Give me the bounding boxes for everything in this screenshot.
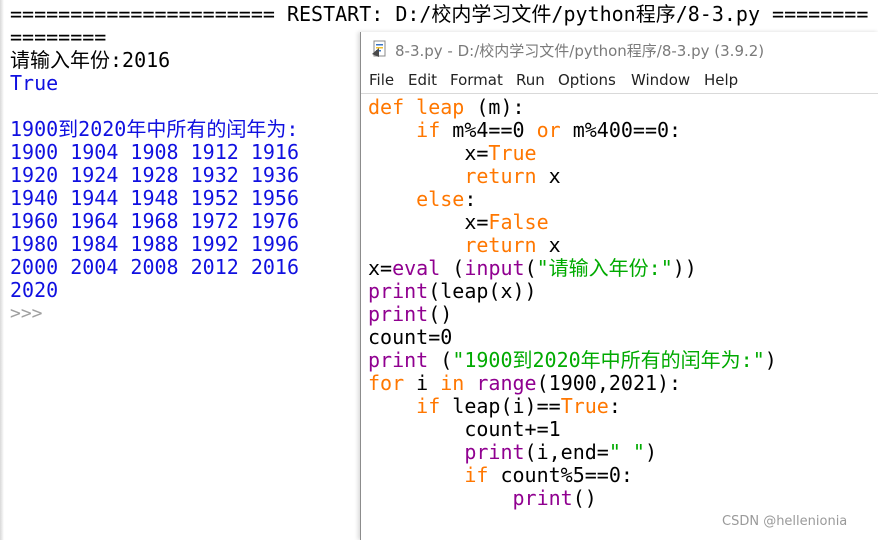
menu-options[interactable]: Options: [558, 71, 616, 89]
code-string: "请输入年份:": [536, 256, 673, 280]
code-keyword: if: [416, 118, 441, 142]
code-keyword: for: [368, 371, 405, 395]
code-line[interactable]: x=True: [368, 142, 777, 165]
code-text: m%4==0: [440, 118, 537, 142]
code-line[interactable]: x=False: [368, 211, 777, 234]
code-builtin: print: [368, 348, 429, 372]
code-keyword: return: [464, 233, 537, 257]
code-line[interactable]: print(i,end=" "): [368, 441, 777, 464]
code-builtin: print: [368, 279, 429, 303]
code-keyword: in: [440, 371, 465, 395]
code-line[interactable]: print(): [368, 303, 777, 326]
code-keyword: or: [536, 118, 561, 142]
editor-titlebar[interactable]: 8-3.py - D:/校内学习文件/python程序/8-3.py (3.9.…: [361, 32, 878, 66]
editor-window[interactable]: 8-3.py - D:/校内学习文件/python程序/8-3.py (3.9.…: [360, 32, 878, 540]
code-text: x=: [368, 256, 393, 280]
code-text: (: [440, 256, 465, 280]
code-line[interactable]: print(leap(x)): [368, 280, 777, 303]
code-builtin: eval: [392, 256, 441, 280]
code-line[interactable]: print ("1900到2020年中所有的闰年为:"): [368, 349, 777, 372]
code-line[interactable]: return x: [368, 234, 777, 257]
code-text: i: [404, 371, 441, 395]
code-string: "1900到2020年中所有的闰年为:": [452, 348, 765, 372]
code-keyword: if: [464, 463, 489, 487]
code-line[interactable]: print(): [368, 487, 777, 510]
code-line[interactable]: if leap(i)==True:: [368, 395, 777, 418]
menu-edit[interactable]: Edit: [408, 71, 437, 89]
code-keyword: def: [368, 95, 405, 119]
code-text: ): [764, 348, 777, 372]
code-text: )): [672, 256, 697, 280]
code-text: x: [536, 164, 561, 188]
menu-format[interactable]: Format: [450, 71, 503, 89]
code-builtin: print: [464, 440, 525, 464]
code-line[interactable]: def leap (m):: [368, 96, 777, 119]
code-keyword: return: [464, 164, 537, 188]
editor-title: 8-3.py - D:/校内学习文件/python程序/8-3.py (3.9.…: [395, 42, 765, 60]
code-builtin: input: [464, 256, 525, 280]
code-text: (1900,2021):: [536, 371, 682, 395]
code-editor[interactable]: def leap (m): if m%4==0 or m%400==0: x=T…: [368, 96, 777, 510]
code-text: (: [524, 256, 537, 280]
menu-file[interactable]: File: [369, 71, 394, 89]
code-line[interactable]: else:: [368, 188, 777, 211]
code-text: ): [644, 440, 658, 464]
code-text: (: [428, 348, 453, 372]
code-text: x=: [368, 141, 489, 165]
code-keyword: if: [416, 394, 441, 418]
menu-run[interactable]: Run: [516, 71, 545, 89]
code-keyword: False: [488, 210, 549, 234]
code-builtin: print: [368, 302, 429, 326]
code-keyword: else: [416, 187, 465, 211]
code-text: count+=1: [368, 417, 561, 441]
code-text: (leap(x)): [428, 279, 537, 303]
code-text: count%5==0:: [488, 463, 633, 487]
code-builtin: range: [476, 371, 537, 395]
code-text: (i,end=: [524, 440, 609, 464]
code-line[interactable]: return x: [368, 165, 777, 188]
code-line[interactable]: count+=1: [368, 418, 777, 441]
code-line[interactable]: count=0: [368, 326, 777, 349]
code-text: (m):: [464, 95, 525, 119]
code-keyword: leap: [416, 95, 465, 119]
code-string: " ": [608, 440, 645, 464]
code-text: (): [428, 302, 453, 326]
shell-line: ====================== RESTART: D:/校内学习文…: [10, 2, 869, 26]
watermark: CSDN @hellenionia: [722, 514, 848, 529]
code-line[interactable]: for i in range(1900,2021):: [368, 372, 777, 395]
code-line[interactable]: x=eval (input("请输入年份:")): [368, 257, 777, 280]
code-keyword: True: [560, 394, 609, 418]
code-builtin: print: [512, 486, 573, 510]
code-line[interactable]: if m%4==0 or m%400==0:: [368, 119, 777, 142]
code-keyword: True: [488, 141, 537, 165]
shell-left-border: [0, 0, 4, 540]
code-text: count=0: [368, 325, 453, 349]
code-text: x: [536, 233, 561, 257]
code-line[interactable]: if count%5==0:: [368, 464, 777, 487]
code-text: m%400==0:: [560, 118, 682, 142]
code-text: (): [572, 486, 597, 510]
idle-file-icon: [372, 40, 386, 57]
menu-help[interactable]: Help: [704, 71, 738, 89]
code-text: :: [608, 394, 621, 418]
editor-menubar: File Edit Format Run Options Window Help: [361, 66, 878, 94]
code-text: x=: [368, 210, 489, 234]
code-text: leap(i)==: [440, 394, 561, 418]
menu-window[interactable]: Window: [631, 71, 690, 89]
code-text: :: [464, 187, 477, 211]
